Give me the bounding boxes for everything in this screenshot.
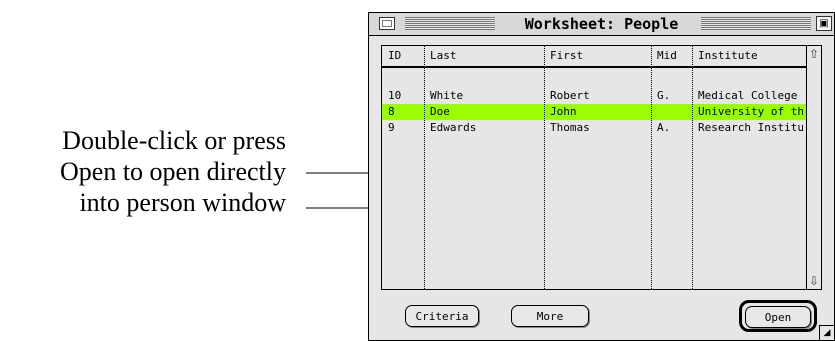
column-header-id[interactable]: ID — [388, 49, 401, 62]
people-table[interactable]: ID Last First Mid Institute 10 White Rob… — [381, 45, 807, 290]
zoom-box-icon[interactable]: ▣ — [816, 16, 832, 31]
cell-last: Doe — [430, 105, 450, 118]
more-button[interactable]: More — [511, 305, 589, 327]
cell-first: Robert — [550, 89, 590, 102]
vertical-scrollbar[interactable]: ⇧ ⇩ — [806, 45, 822, 290]
column-divider[interactable] — [651, 46, 652, 289]
table-header: ID Last First Mid Institute — [382, 46, 806, 68]
callout-line-2: Open to open directly — [60, 157, 286, 186]
cell-id: 10 — [388, 89, 402, 102]
title-bar[interactable]: Worksheet: People ▣ — [369, 13, 834, 36]
cell-last: White — [430, 89, 464, 102]
callout-text: Double-click or press Open to open direc… — [0, 125, 286, 218]
callout-line-3: into person window — [79, 188, 286, 217]
cell-institute: Research Institute — [698, 121, 804, 134]
cell-id: 9 — [388, 121, 395, 134]
column-header-institute[interactable]: Institute — [698, 49, 758, 62]
grow-box-icon[interactable]: ◢ — [819, 325, 834, 340]
cell-last: Edwards — [430, 121, 477, 134]
cell-institute: University of th... — [698, 105, 804, 118]
column-divider[interactable] — [544, 46, 545, 289]
cell-first: Thomas — [550, 121, 590, 134]
column-header-last[interactable]: Last — [430, 49, 457, 62]
column-divider[interactable] — [692, 46, 693, 289]
cell-institute: Medical College — [698, 89, 798, 102]
open-button-default-ring: Open — [739, 300, 817, 332]
column-header-first[interactable]: First — [550, 49, 583, 62]
callout-line-1: Double-click or press — [62, 126, 286, 155]
table-row[interactable]: 10 White Robert G. Medical College — [382, 88, 806, 104]
open-button[interactable]: Open — [745, 306, 811, 328]
column-divider[interactable] — [424, 46, 425, 289]
arrow-down-icon[interactable]: ⇩ — [807, 274, 821, 288]
cell-mid: G. — [657, 89, 671, 102]
arrow-up-icon[interactable]: ⇧ — [807, 47, 821, 61]
cell-id: 8 — [388, 105, 395, 118]
window-title: Worksheet: People — [518, 15, 685, 33]
table-row[interactable]: 9 Edwards Thomas A. Research Institute — [382, 120, 806, 136]
cell-mid: A. — [657, 121, 671, 134]
column-header-mid[interactable]: Mid — [657, 49, 677, 62]
cell-first: John — [550, 105, 577, 118]
table-row-selected[interactable]: 8 Doe John University of th... — [382, 104, 806, 120]
worksheet-window: Worksheet: People ▣ ID Last First Mid In… — [368, 12, 835, 341]
criteria-button[interactable]: Criteria — [405, 305, 479, 327]
